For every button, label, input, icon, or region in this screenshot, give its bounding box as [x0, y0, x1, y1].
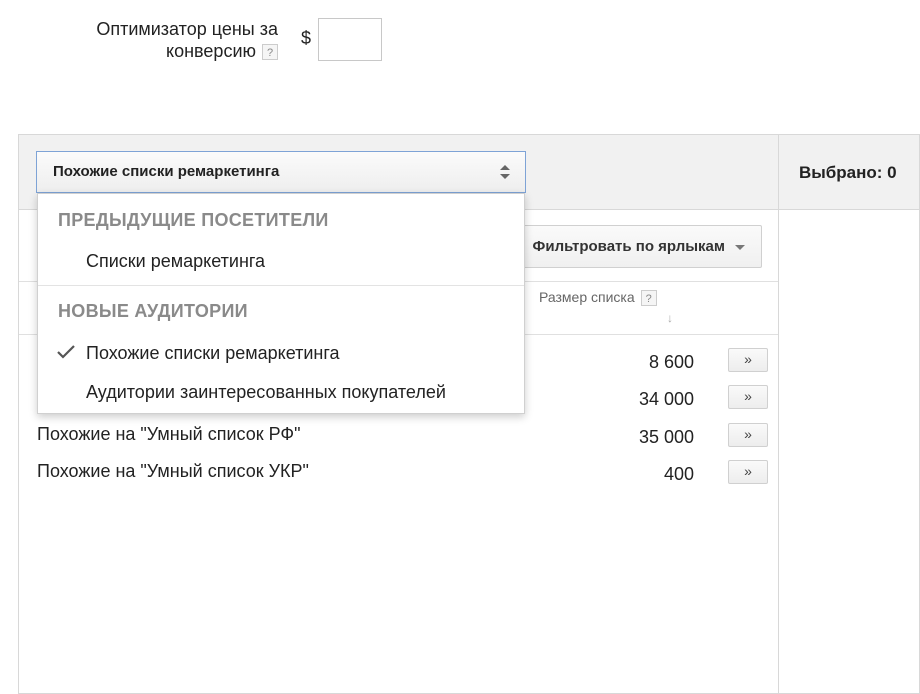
- add-button[interactable]: »: [728, 423, 768, 447]
- option-in-market-audiences[interactable]: Аудитории заинтересованных покупателей: [86, 382, 446, 403]
- row-size: 8 600: [648, 352, 694, 372]
- caret-down-icon: [735, 245, 745, 250]
- group-header-previous-visitors: ПРЕДЫДУЩИЕ ПОСЕТИТЕЛИ: [58, 210, 329, 230]
- help-icon[interactable]: ?: [262, 44, 278, 61]
- row-size: 400: [663, 464, 694, 484]
- table-row: Похожие на "Умный список РФ" 35 000 »: [19, 418, 778, 454]
- option-remarketing-lists[interactable]: Списки ремаркетинга: [86, 251, 265, 272]
- add-button[interactable]: »: [728, 460, 768, 484]
- group-header-new-audiences: НОВЫЕ АУДИТОРИИ: [58, 301, 248, 321]
- divider: [38, 285, 524, 286]
- cpa-label-line1: Оптимизатор цены за: [96, 19, 278, 39]
- cpa-input[interactable]: [318, 18, 382, 61]
- audience-type-select[interactable]: Похожие списки ремаркетинга: [36, 151, 526, 193]
- option-similar-remarketing-lists[interactable]: Похожие списки ремаркетинга: [86, 343, 340, 364]
- add-button[interactable]: »: [728, 348, 768, 372]
- add-button[interactable]: »: [728, 385, 768, 409]
- audience-type-dropdown: ПРЕДЫДУЩИЕ ПОСЕТИТЕЛИ Списки ремаркетинг…: [37, 193, 525, 414]
- row-size: 35 000: [638, 427, 694, 447]
- row-name: Похожие на "Умный список РФ": [37, 424, 301, 444]
- currency-symbol: $: [301, 28, 312, 48]
- selected-count: Выбрано: 0: [799, 163, 897, 182]
- list-size-column-header[interactable]: Размер списка?: [539, 289, 657, 307]
- row-size: 34 000: [638, 389, 694, 409]
- help-icon[interactable]: ?: [640, 290, 657, 307]
- row-name: Похожие на "Умный список УКР": [37, 461, 309, 481]
- sort-arrows-icon: [500, 165, 510, 179]
- select-value: Похожие списки ремаркетинга: [53, 163, 280, 180]
- filter-label: Фильтровать по ярлыкам: [532, 238, 725, 255]
- column-divider: [778, 135, 779, 693]
- table-row: Похожие на "Умный список УКР" 400 »: [19, 455, 778, 491]
- checkmark-icon: [57, 345, 75, 359]
- sort-down-icon: ↓: [667, 311, 673, 325]
- list-size-label: Размер списка: [539, 289, 635, 305]
- cpa-label: Оптимизатор цены за конверсию?: [60, 18, 278, 62]
- cpa-label-line2: конверсию: [166, 41, 256, 61]
